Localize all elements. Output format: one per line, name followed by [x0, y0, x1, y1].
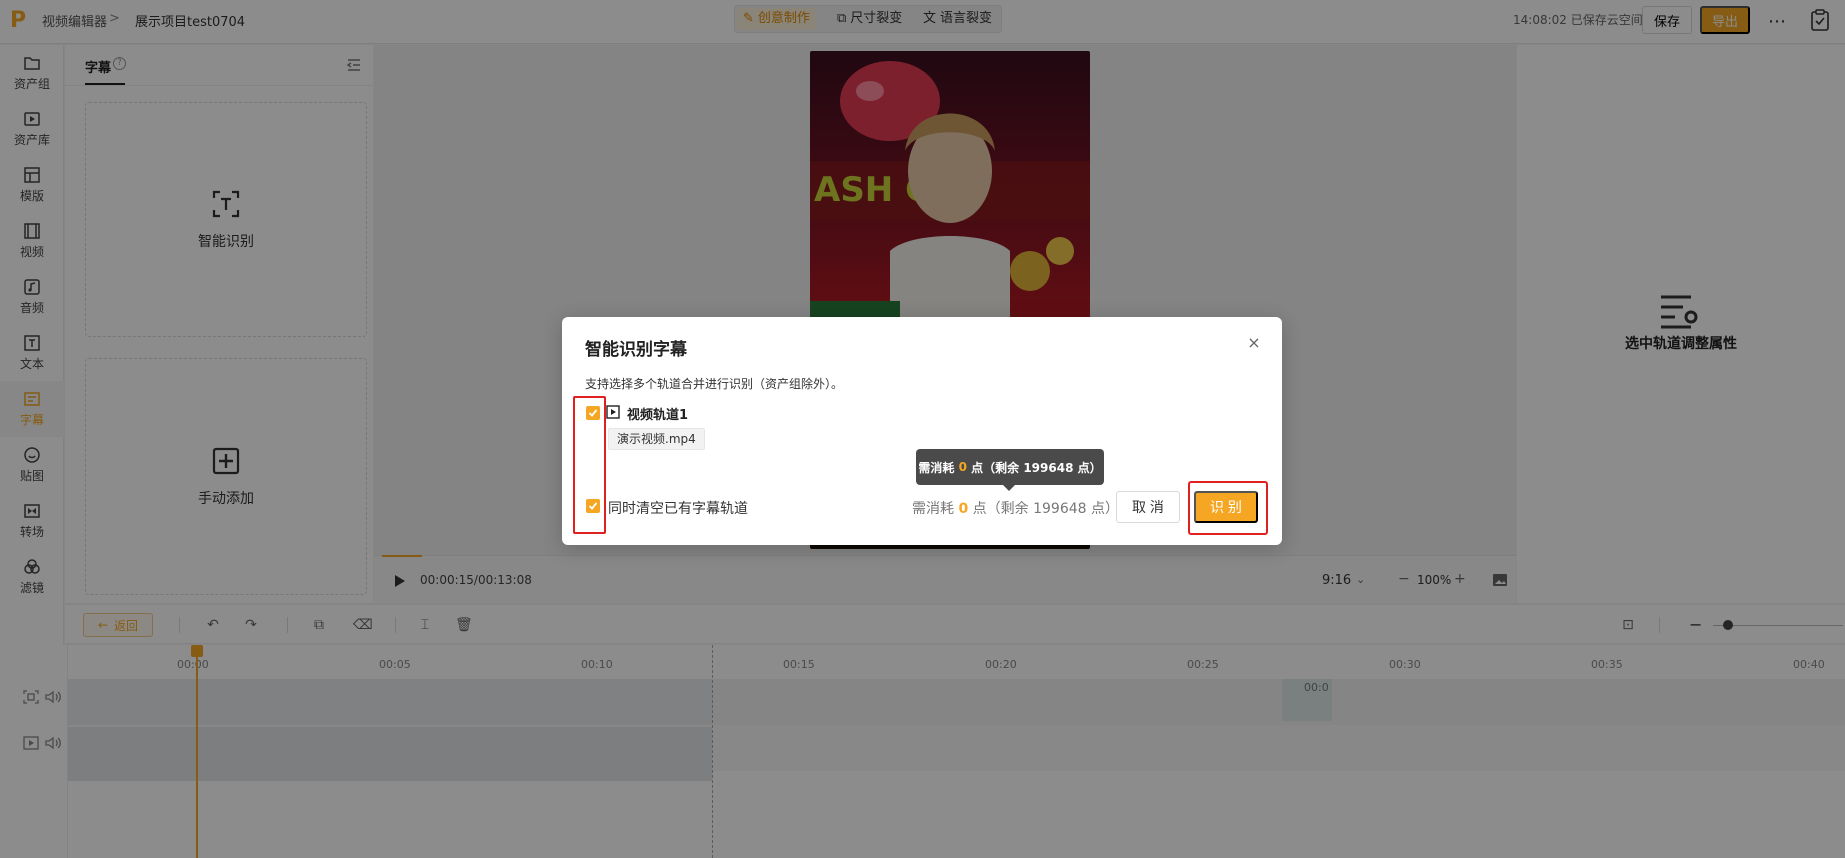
tooltip-prefix: 需消耗	[918, 460, 955, 475]
cost-prefix: 需消耗	[912, 501, 954, 517]
dialog-title: 智能识别字幕	[585, 340, 687, 360]
video-track-icon	[606, 405, 620, 419]
smart-subtitle-dialog: 智能识别字幕 × 支持选择多个轨道合并进行识别（资产组除外）。 视频轨道1 演示…	[562, 317, 1282, 545]
highlight-box-recognize	[1188, 481, 1268, 535]
highlight-box-checkboxes	[573, 396, 606, 534]
cost-value: 0	[958, 501, 969, 517]
cost-suffix: 点（剩余 199648 点）	[972, 501, 1119, 517]
close-icon[interactable]: ×	[1246, 335, 1262, 351]
tooltip-suffix: 点（剩余 199648 点）	[971, 460, 1102, 475]
cost-info: 需消耗 0 点（剩余 199648 点）	[912, 498, 1119, 518]
track-name: 视频轨道1	[627, 408, 689, 423]
tooltip-arrow	[1003, 485, 1015, 491]
cancel-button[interactable]: 取 消	[1116, 491, 1180, 523]
cost-tooltip: 需消耗 0 点（剩余 199648 点）	[916, 449, 1104, 485]
tooltip-value: 0	[958, 460, 967, 474]
dialog-description: 支持选择多个轨道合并进行识别（资产组除外）。	[585, 377, 844, 391]
file-tag: 演示视频.mp4	[608, 428, 705, 450]
clear-subtitles-label[interactable]: 同时清空已有字幕轨道	[608, 498, 748, 518]
